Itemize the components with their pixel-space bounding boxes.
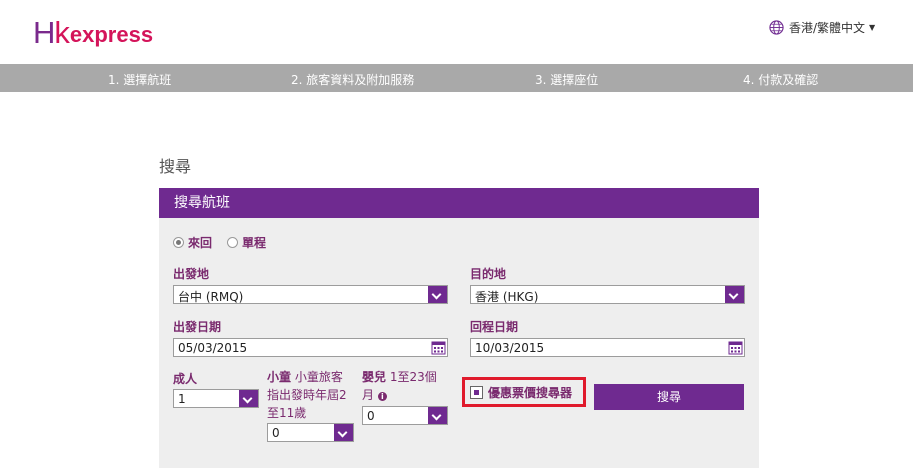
destination-value: 香港 (HKG) <box>475 290 539 304</box>
fare-finder-label[interactable]: 優惠票價搜尋器 <box>488 384 572 401</box>
fare-finder-checkbox[interactable] <box>470 385 483 399</box>
booking-steps-bar: 1. 選擇航班 2. 旅客資料及附加服務 3. 選擇座位 4. 付款及確認 <box>0 64 913 92</box>
origin-label: 出發地 <box>173 267 210 281</box>
panel-title: 搜尋航班 <box>159 188 759 218</box>
origin-select[interactable]: 台中 (RMQ) <box>173 285 448 304</box>
return-date-label: 回程日期 <box>470 320 519 334</box>
round-trip-radio[interactable] <box>173 237 184 248</box>
hk-express-logo[interactable]: Hk express <box>33 14 153 48</box>
flight-search-panel: 搜尋航班 來回 單程 出發地 台中 (RMQ) 目的地 香港 (HKG) 出發日… <box>159 188 759 468</box>
adults-select[interactable]: 1 <box>173 389 259 408</box>
children-value: 0 <box>272 426 280 440</box>
chevron-down-icon <box>428 286 447 303</box>
step-select-flight: 1. 選擇航班 <box>108 73 172 87</box>
depart-date-input[interactable]: 05/03/2015 <box>173 338 448 357</box>
infants-value: 0 <box>367 409 375 423</box>
chevron-down-icon <box>334 424 353 441</box>
search-button[interactable]: 搜尋 <box>594 384 744 410</box>
children-label-group: 小童 小童旅客指出發時年屆2至11歲 <box>267 368 353 422</box>
step-payment: 4. 付款及確認 <box>743 73 819 87</box>
infants-label-group: 嬰兒 1至23個月 i <box>362 368 448 404</box>
page-title: 搜尋 <box>159 157 192 176</box>
round-trip-label[interactable]: 來回 <box>188 234 212 251</box>
language-selector[interactable]: 香港/繁體中文 ▼ <box>769 19 875 36</box>
adults-value: 1 <box>178 392 186 406</box>
header: Hk express 香港/繁體中文 ▼ <box>0 0 913 64</box>
globe-icon <box>769 20 784 35</box>
language-label: 香港/繁體中文 <box>789 21 866 35</box>
destination-select[interactable]: 香港 (HKG) <box>470 285 745 304</box>
chevron-down-icon <box>239 390 258 407</box>
info-icon[interactable]: i <box>377 392 387 401</box>
depart-date-value: 05/03/2015 <box>178 341 248 355</box>
calendar-icon[interactable] <box>728 340 743 355</box>
infants-select[interactable]: 0 <box>362 406 448 425</box>
origin-value: 台中 (RMQ) <box>178 290 244 304</box>
chevron-down-icon <box>725 286 744 303</box>
infants-label: 嬰兒 <box>362 370 387 384</box>
caret-down-icon: ▼ <box>869 23 876 32</box>
trip-type-group: 來回 單程 <box>173 234 266 251</box>
children-select[interactable]: 0 <box>267 423 354 442</box>
one-way-label[interactable]: 單程 <box>242 234 266 251</box>
step-select-seat: 3. 選擇座位 <box>535 73 599 87</box>
logo-text: express <box>69 22 154 47</box>
calendar-icon[interactable] <box>431 340 446 355</box>
return-date-input[interactable]: 10/03/2015 <box>470 338 745 357</box>
depart-date-label: 出發日期 <box>173 320 222 334</box>
return-date-value: 10/03/2015 <box>475 341 545 355</box>
destination-label: 目的地 <box>470 267 507 281</box>
adults-label: 成人 <box>173 372 198 386</box>
one-way-radio[interactable] <box>227 237 239 248</box>
logo-hk: Hk <box>33 15 70 50</box>
step-passenger-info: 2. 旅客資料及附加服務 <box>291 73 415 87</box>
children-label: 小童 <box>267 370 292 384</box>
chevron-down-icon <box>428 407 447 424</box>
fare-finder-checkbox-group[interactable]: 優惠票價搜尋器 <box>462 377 586 407</box>
